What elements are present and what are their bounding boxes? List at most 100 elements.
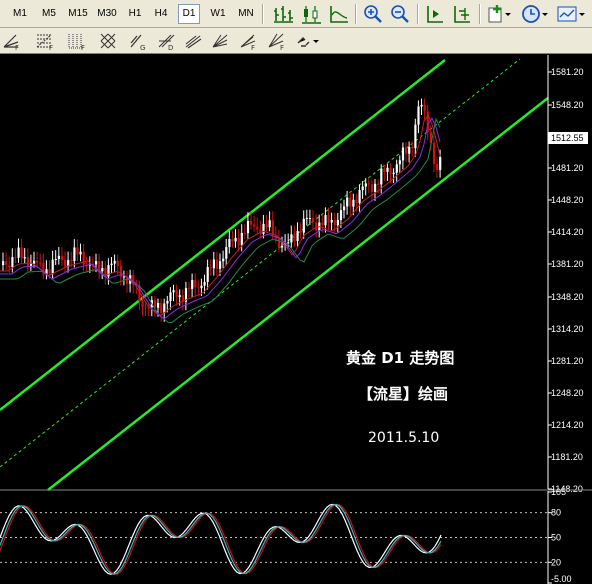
- candle-body: [299, 230, 302, 233]
- templates-icon[interactable]: [556, 3, 586, 25]
- candle-body: [336, 219, 339, 226]
- svg-text:F: F: [49, 44, 53, 51]
- price-tick-label: 1348.20: [551, 292, 584, 302]
- price-tick-label: 1248.20: [551, 388, 584, 398]
- fibo-fan-icon[interactable]: F: [2, 31, 24, 51]
- chart-shift-icon[interactable]: [424, 3, 446, 25]
- candle-body: [308, 218, 312, 220]
- candle-body: [8, 265, 11, 267]
- candle-body: [312, 218, 315, 223]
- candle-body: [60, 255, 64, 260]
- candle-body: [48, 269, 51, 274]
- candle-body: [172, 290, 175, 293]
- fibo-retracement-icon[interactable]: F: [34, 31, 56, 51]
- timeframe-h4[interactable]: H4: [150, 4, 172, 24]
- candle-body: [178, 295, 181, 297]
- candle-body: [392, 172, 395, 175]
- candle-body: [423, 104, 426, 112]
- current-price-tag: 1512.55: [548, 132, 588, 144]
- candle-body: [237, 237, 240, 246]
- candle-body: [370, 184, 374, 192]
- candle-body: [349, 197, 352, 207]
- candle-body: [432, 142, 436, 164]
- candle-body: [79, 251, 82, 255]
- candle-body: [76, 247, 79, 255]
- candle-body: [2, 261, 5, 265]
- candle-body: [51, 259, 54, 274]
- price-tick-label: 1281.20: [551, 356, 584, 366]
- candle-body: [305, 218, 308, 220]
- candle-body: [277, 238, 281, 248]
- candle-body: [262, 223, 265, 234]
- candle-body: [414, 124, 417, 149]
- drawing-toolbar: F F F G D F F: [0, 28, 592, 54]
- timeframe-m1[interactable]: M1: [8, 4, 32, 24]
- candle-body: [215, 259, 219, 269]
- candle-body: [20, 247, 23, 259]
- autoscroll-icon[interactable]: [451, 3, 473, 25]
- candle-body: [234, 237, 237, 242]
- candle-body: [26, 257, 29, 267]
- candle-body: [290, 234, 293, 243]
- chart-caption-date: 2011.5.10: [368, 430, 439, 446]
- candle-body: [327, 214, 330, 223]
- zoom-in-icon[interactable]: [362, 3, 384, 25]
- candle-body: [153, 300, 157, 308]
- price-tick-label: 1181.20: [551, 452, 583, 462]
- timeframe-h1[interactable]: H1: [124, 4, 146, 24]
- candle-body: [110, 263, 113, 266]
- candle-body: [287, 242, 290, 244]
- candle-body: [228, 239, 231, 248]
- timeframe-m15[interactable]: M15: [64, 4, 92, 24]
- gann-fan-icon-2[interactable]: F: [266, 31, 288, 51]
- candle-body: [36, 260, 39, 263]
- candlestick-icon[interactable]: [300, 3, 322, 25]
- candle-body: [5, 261, 8, 266]
- timeframe-m30[interactable]: M30: [93, 4, 121, 24]
- chart-caption-author: 【流星】绘画: [358, 385, 448, 403]
- timeframe-w1[interactable]: W1: [206, 4, 230, 24]
- candle-body: [144, 306, 147, 308]
- candle-body: [250, 220, 253, 225]
- candle-body: [405, 147, 408, 154]
- grid-icon[interactable]: F: [66, 31, 88, 51]
- candle-body: [212, 259, 215, 269]
- zoom-out-icon[interactable]: [389, 3, 411, 25]
- price-tick-label: 1481.20: [551, 163, 584, 173]
- candle-body: [265, 223, 268, 228]
- candle-body: [256, 226, 259, 230]
- candle-body: [253, 224, 256, 227]
- line-chart-icon[interactable]: [328, 3, 350, 25]
- gann-grid-icon[interactable]: G: [128, 31, 150, 51]
- price-tick-label: 1314.20: [551, 324, 584, 334]
- timeframe-d1[interactable]: D1: [178, 4, 200, 24]
- candle-body: [98, 261, 101, 272]
- andrews-pitchfork-icon[interactable]: [184, 31, 206, 51]
- oscillator-tick-label: 105: [551, 487, 566, 497]
- candle-body: [122, 276, 126, 278]
- candle-body: [333, 219, 336, 226]
- candle-body: [95, 261, 98, 265]
- candle-body: [383, 168, 386, 172]
- candle-body: [188, 288, 191, 290]
- clock-icon[interactable]: [521, 3, 549, 25]
- candle-body: [116, 260, 119, 266]
- regression-icon[interactable]: F: [238, 31, 260, 51]
- hatched-icon[interactable]: [98, 31, 120, 51]
- candle-body: [54, 258, 57, 260]
- price-chart[interactable]: 1581.20 1548.20 1481.20 1448.20 1414.20 1381.…: [0, 55, 592, 584]
- timeframe-mn[interactable]: MN: [234, 4, 258, 24]
- svg-text:G: G: [140, 44, 145, 51]
- chart-caption-title: 黄金 D1 走势图: [346, 349, 454, 367]
- timeframe-m5[interactable]: M5: [36, 4, 62, 24]
- new-order-icon[interactable]: [487, 3, 513, 25]
- bar-chart-icon[interactable]: [272, 3, 294, 25]
- gann-fan-icon[interactable]: [210, 31, 232, 51]
- candle-body: [271, 220, 274, 236]
- cross-icon[interactable]: D: [156, 31, 178, 51]
- arrows-dropdown-icon[interactable]: [294, 31, 322, 51]
- candle-body: [57, 255, 60, 259]
- candle-body: [203, 281, 206, 286]
- candle-body: [17, 247, 20, 258]
- candle-body: [296, 230, 299, 242]
